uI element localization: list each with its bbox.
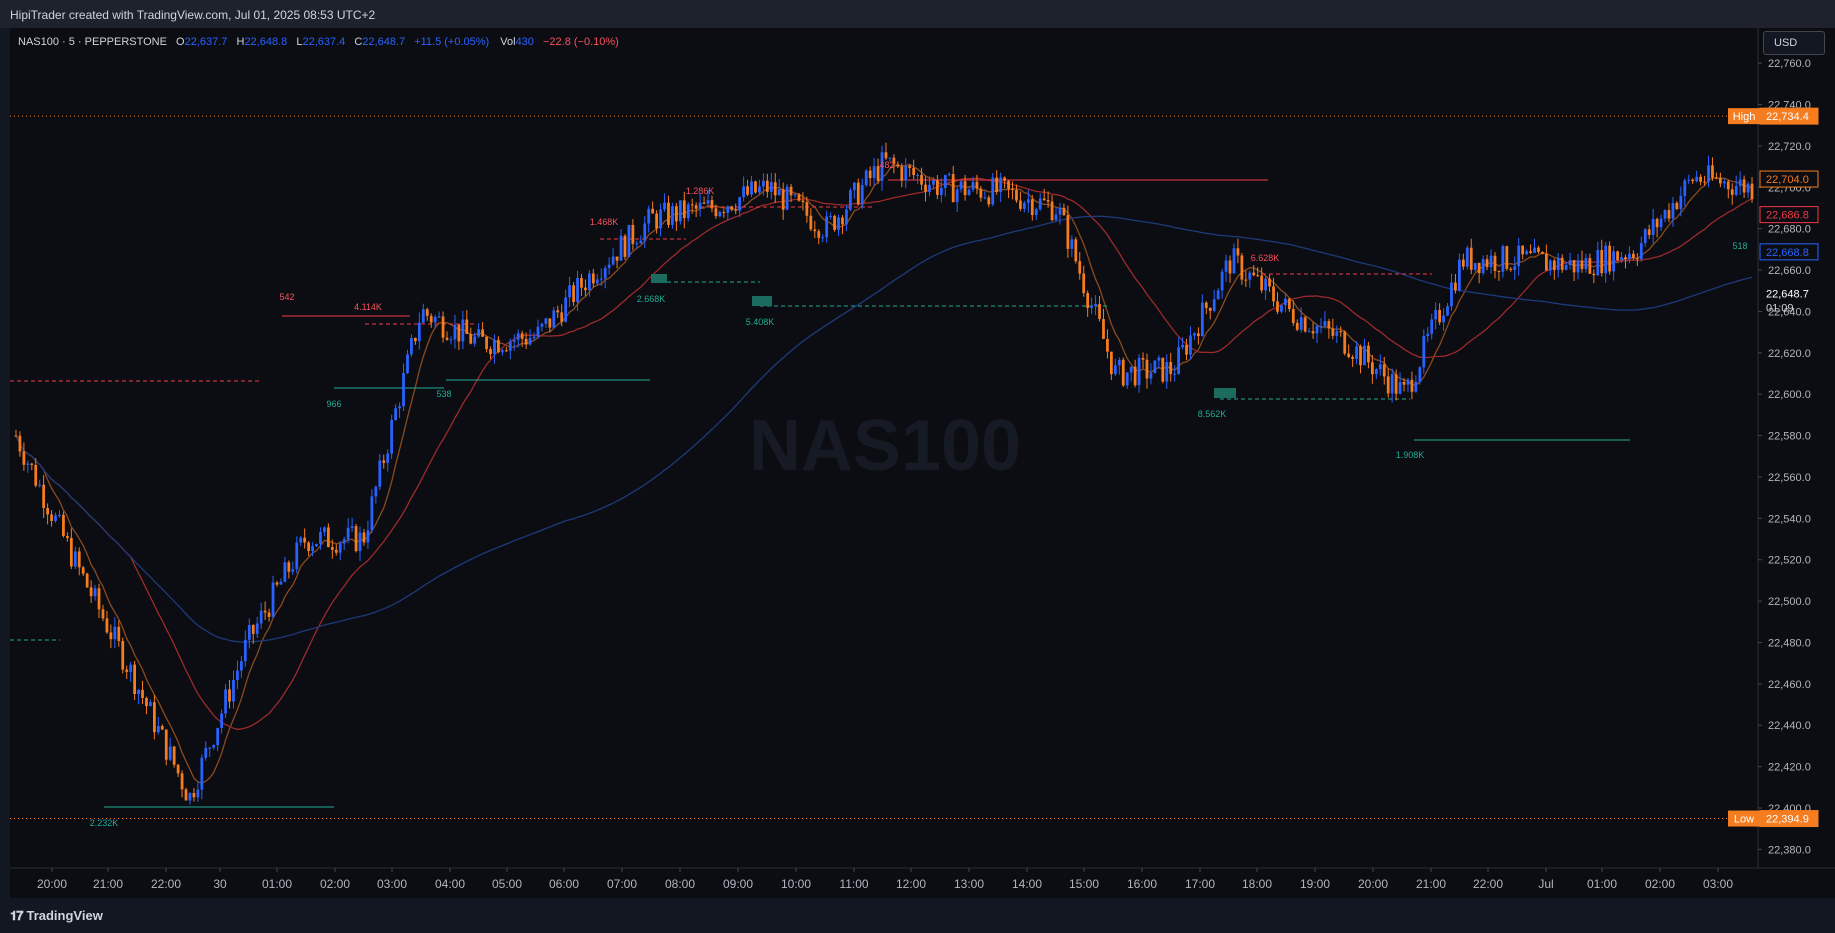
tradingview-logo-icon: 𝟏𝟕 — [10, 908, 24, 923]
tradingview-brand[interactable]: 𝟏𝟕 TradingView — [10, 908, 103, 924]
currency-button[interactable]: USD — [1763, 31, 1825, 55]
symbol-legend: NAS100 · 5 · PEPPERSTONE O22,637.7 H22,6… — [18, 36, 619, 48]
low-value: 22,637.4 — [302, 36, 346, 48]
volume-change: −22.8 (−0.10%) — [542, 36, 619, 48]
attribution-bar: HipiTrader created with TradingView.com,… — [0, 0, 1835, 28]
open-value: 22,637.7 — [184, 36, 228, 48]
volume-label: Vol — [500, 36, 516, 48]
attribution-text: HipiTrader created with TradingView.com,… — [10, 8, 376, 22]
high-value: 22,648.8 — [244, 36, 288, 48]
symbol-name[interactable]: NAS100 · 5 · PEPPERSTONE — [18, 36, 167, 48]
chart-area[interactable] — [10, 28, 1835, 898]
tradingview-brand-text: TradingView — [26, 908, 103, 923]
volume-value: 430 — [515, 36, 534, 48]
change-value: +11.5 (+0.05%) — [414, 36, 490, 48]
open-label: O — [176, 36, 185, 48]
footer-bar — [0, 898, 1835, 933]
close-value: 22,648.7 — [362, 36, 406, 48]
